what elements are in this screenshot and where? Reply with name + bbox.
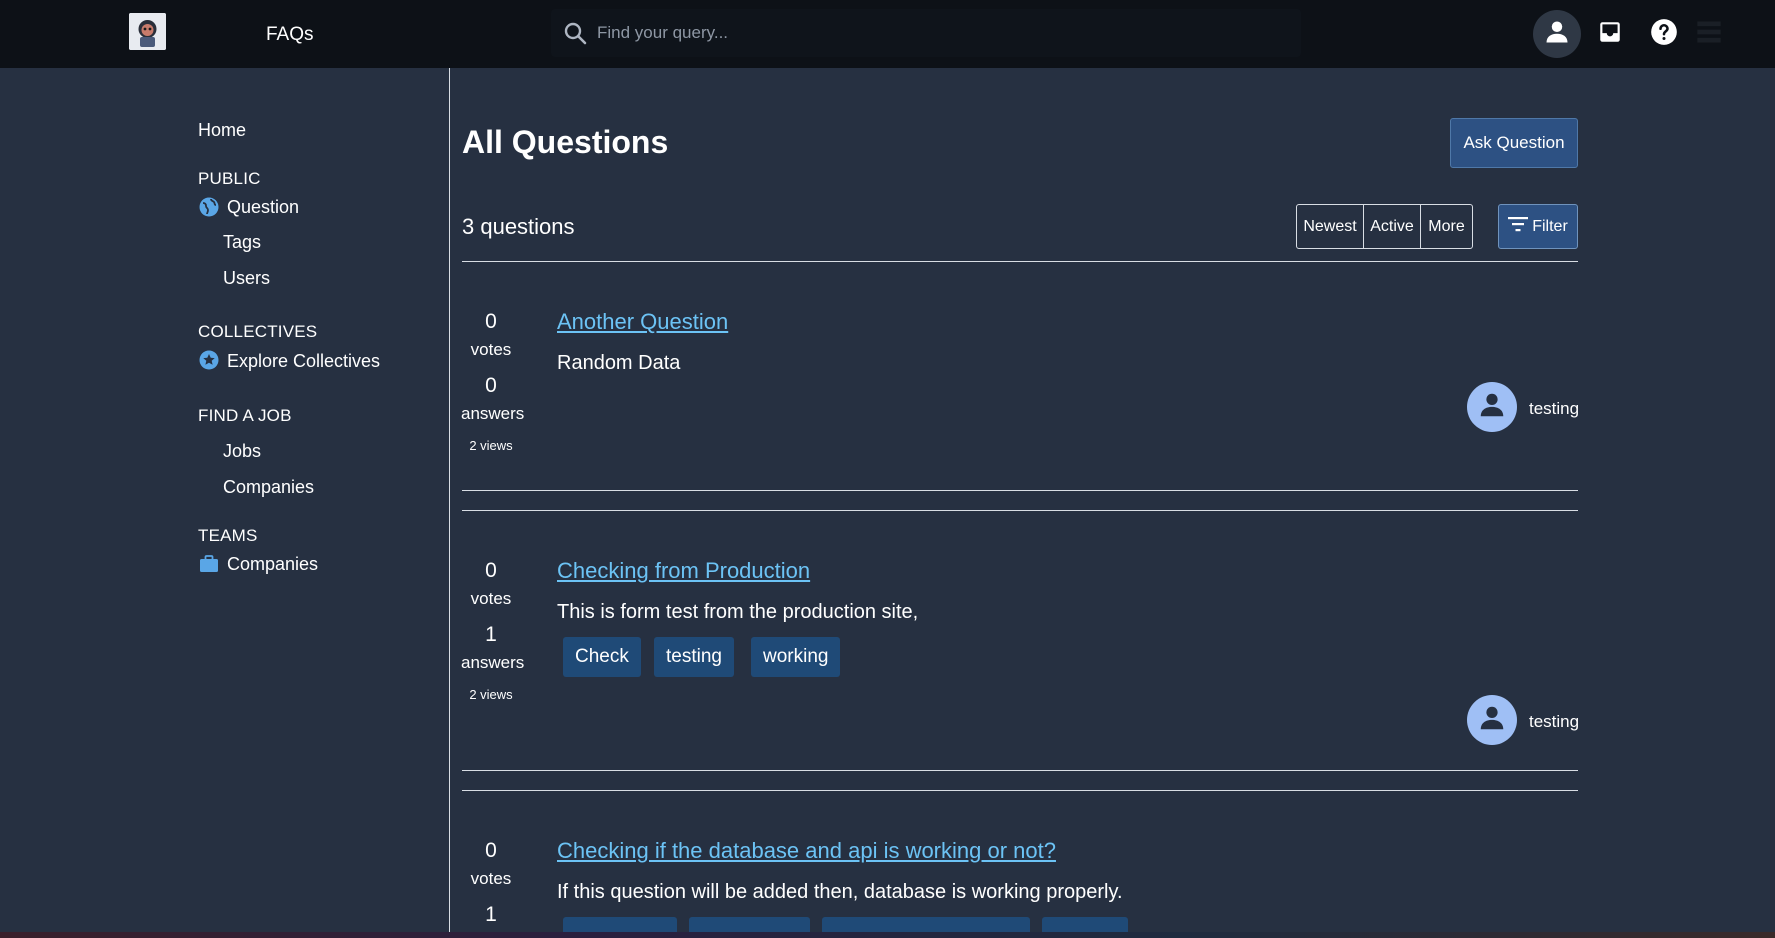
briefcase-icon (199, 554, 219, 574)
votes-label: votes (470, 869, 512, 888)
menu-button[interactable] (1685, 10, 1733, 58)
answer-count: 1 (485, 623, 497, 646)
sidebar-item-home[interactable]: Home (198, 120, 246, 141)
question-title-link[interactable]: Checking from Production (557, 558, 810, 584)
list-divider (462, 490, 1578, 491)
user-icon (1543, 18, 1571, 51)
sort-active-button[interactable]: Active (1363, 205, 1420, 248)
author-avatar[interactable] (1467, 695, 1517, 745)
sidebar-heading-teams: TEAMS (198, 526, 258, 545)
list-divider (462, 261, 1578, 262)
globe-icon (199, 197, 219, 217)
sidebar-item-explore-collectives[interactable]: Explore Collectives (227, 351, 380, 372)
tag-chip[interactable]: Check (563, 637, 641, 677)
sidebar-item-tags[interactable]: Tags (223, 232, 261, 253)
inbox-button[interactable] (1586, 10, 1634, 58)
sidebar-item-companies[interactable]: Companies (223, 477, 314, 498)
vote-count: 0 (485, 310, 497, 333)
question-excerpt: Random Data (557, 352, 681, 374)
list-divider (462, 770, 1578, 771)
search-input[interactable] (597, 19, 1277, 47)
search-bar (551, 9, 1301, 57)
sidebar-heading-find-a-job: FIND A JOB (198, 406, 292, 425)
user-avatar-button[interactable] (1533, 10, 1581, 58)
tag-chip[interactable]: testing (654, 637, 734, 677)
question-excerpt: This is form test from the production si… (557, 601, 919, 623)
author-avatar[interactable] (1467, 382, 1517, 432)
search-icon (563, 21, 587, 45)
page-title: All Questions (462, 124, 669, 160)
sidebar-heading-public: PUBLIC (198, 169, 261, 188)
star-badge-icon (199, 350, 219, 370)
help-button[interactable] (1640, 10, 1688, 58)
user-icon (1477, 703, 1507, 738)
inbox-icon (1597, 19, 1623, 50)
answers-label: answers (461, 404, 525, 423)
filter-label: Filter (1532, 217, 1568, 235)
answers-label: answers (461, 653, 525, 672)
question-title-link[interactable]: Checking if the database and api is work… (557, 838, 1056, 864)
view-count: 2 views (469, 438, 513, 453)
help-icon (1650, 18, 1678, 51)
hamburger-menu-icon (1695, 18, 1723, 51)
view-count: 2 views (469, 687, 513, 702)
tag-chip[interactable]: working (751, 637, 841, 677)
sidebar-item-users[interactable]: Users (223, 268, 270, 289)
sort-newest-button[interactable]: Newest (1297, 205, 1363, 248)
votes-label: votes (470, 589, 512, 608)
sidebar-item-question[interactable]: Question (227, 197, 299, 218)
sidebar-divider (449, 68, 450, 938)
votes-label: votes (470, 340, 512, 359)
answer-count: 0 (485, 374, 497, 397)
list-divider (462, 510, 1578, 511)
site-logo[interactable] (129, 13, 166, 50)
filter-icon (1508, 216, 1529, 237)
author-name[interactable]: testing (1529, 399, 1579, 419)
user-icon (1477, 390, 1507, 425)
vote-count: 0 (485, 559, 497, 582)
top-bar: FAQs (0, 0, 1775, 68)
window-bottom-edge (0, 932, 1775, 938)
filter-button[interactable]: Filter (1498, 204, 1578, 249)
ask-question-button[interactable]: Ask Question (1450, 118, 1578, 168)
sidebar-heading-collectives: COLLECTIVES (198, 322, 318, 341)
sort-button-group: Newest Active More (1296, 204, 1473, 249)
list-divider (462, 790, 1578, 791)
answer-count: 1 (485, 903, 497, 926)
brand-link[interactable]: FAQs (266, 24, 314, 46)
sidebar-item-jobs[interactable]: Jobs (223, 441, 261, 462)
sort-more-button[interactable]: More (1420, 205, 1472, 248)
question-count: 3 questions (462, 214, 575, 239)
author-name[interactable]: testing (1529, 712, 1579, 732)
question-excerpt: If this question will be added then, dat… (557, 881, 1123, 903)
question-title-link[interactable]: Another Question (557, 309, 728, 335)
sidebar-item-teams-companies[interactable]: Companies (227, 554, 318, 575)
vote-count: 0 (485, 839, 497, 862)
